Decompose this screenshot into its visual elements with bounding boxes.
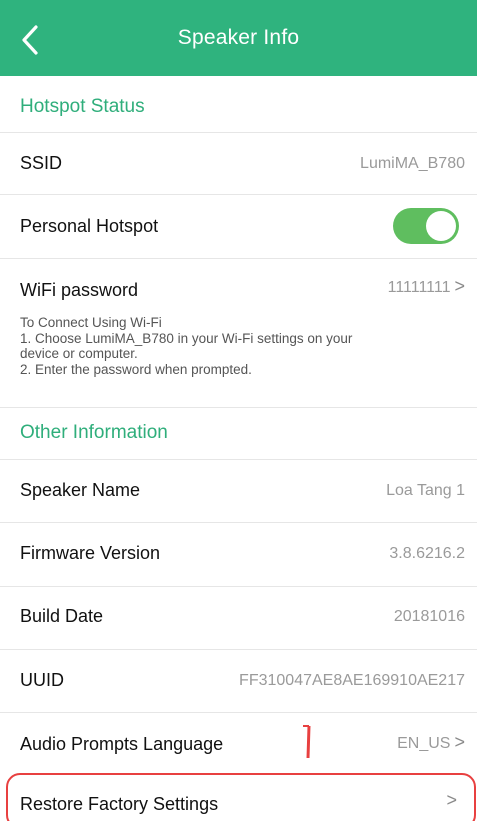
help-line: To Connect Using Wi-Fi — [20, 315, 162, 330]
wifi-help-text: To Connect Using Wi-Fi 1. Choose LumiMA_… — [20, 315, 460, 377]
audio-prompts-label: Audio Prompts Language — [20, 734, 224, 754]
help-line: 1. Choose LumiMA_B780 in your Wi-Fi sett… — [20, 330, 353, 346]
divider — [0, 649, 477, 650]
section-title-hotspot: Hotspot Status — [20, 96, 145, 117]
annotation-mark-icon — [303, 725, 311, 759]
chevron-right-icon: > — [454, 276, 465, 296]
firmware-label: Firmware Version — [20, 543, 161, 563]
divider — [0, 407, 477, 408]
audio-prompts-value-wrap: EN_US > — [397, 732, 465, 753]
section-title-other: Other Information — [20, 422, 168, 443]
chevron-right-icon: > — [446, 790, 457, 810]
app-header: Speaker Info — [0, 0, 477, 76]
divider — [0, 132, 477, 133]
ssid-value: LumiMA_B780 — [360, 155, 465, 172]
divider — [0, 586, 477, 587]
personal-hotspot-label: Personal Hotspot — [20, 216, 159, 236]
restore-factory-chevron-wrap: > — [442, 790, 457, 811]
divider — [0, 522, 477, 523]
page-title: Speaker Info — [177, 26, 300, 49]
wifi-password-value-wrap: 11111111 > — [388, 276, 465, 297]
wifi-password-label: WiFi password — [20, 280, 139, 300]
speaker-name-value: Loa Tang 1 — [386, 482, 465, 499]
uuid-label: UUID — [20, 670, 64, 690]
wifi-password-value: 11111111 — [387, 279, 451, 296]
divider — [0, 258, 477, 259]
build-date-label: Build Date — [20, 606, 104, 626]
chevron-right-icon: > — [454, 732, 465, 752]
restore-factory-label: Restore Factory Settings — [20, 794, 219, 814]
divider — [0, 712, 477, 713]
divider — [0, 459, 477, 460]
firmware-value: 3.8.6216.2 — [389, 545, 465, 562]
uuid-value: FF310047AE8AE169910AE217 — [239, 672, 465, 689]
help-line: 2. Enter the password when prompted. — [20, 361, 252, 377]
divider — [0, 194, 477, 195]
ssid-label: SSID — [20, 153, 63, 173]
audio-prompts-value: EN_US — [397, 735, 451, 752]
speaker-name-label: Speaker Name — [20, 480, 141, 500]
personal-hotspot-toggle[interactable] — [393, 208, 459, 244]
toggle-knob — [426, 211, 456, 241]
build-date-value: 20181016 — [393, 608, 465, 625]
help-line: device or computer. — [20, 346, 138, 361]
